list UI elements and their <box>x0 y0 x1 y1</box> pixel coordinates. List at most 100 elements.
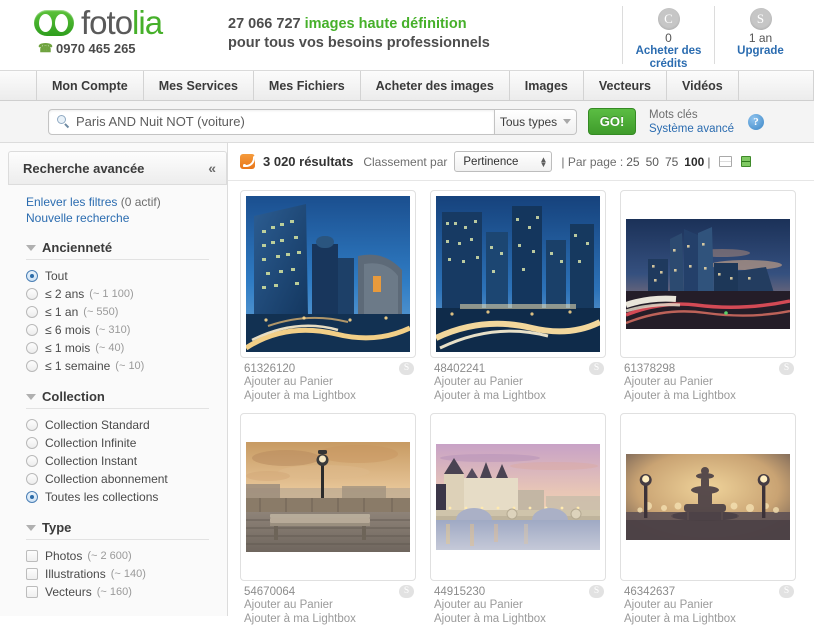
radio-icon[interactable] <box>26 306 38 318</box>
filter-option[interactable]: Collection abonnement <box>26 470 227 488</box>
checkbox-icon[interactable] <box>26 586 38 598</box>
logo[interactable]: fotolia <box>34 6 228 39</box>
nav-item-mes-fichiers[interactable]: Mes Fichiers <box>254 71 361 100</box>
filter-option-label: Collection Instant <box>45 454 138 468</box>
image-id: 44915230 <box>434 585 486 598</box>
collapse-sidebar-icon[interactable]: « <box>208 160 216 176</box>
clear-filters-label: Enlever les filtres <box>26 195 118 209</box>
filter-option[interactable]: Collection Standard <box>26 416 227 434</box>
thumbnail-art-ladefense-dusk <box>626 219 790 329</box>
result-thumbnail[interactable] <box>620 190 796 358</box>
tagline-green-text: images haute définition <box>304 16 467 32</box>
sidebar-title: Recherche avancée <box>23 160 145 176</box>
filter-option[interactable]: Illustrations (~ 140) <box>26 565 227 583</box>
grid-view-icon[interactable] <box>741 156 752 167</box>
thumbnail-art-bench-seine <box>246 442 410 552</box>
filter-group-anciennete-title[interactable]: Ancienneté <box>26 240 209 260</box>
filter-group-collection-title[interactable]: Collection <box>26 389 209 409</box>
credits-box[interactable]: C 0 Acheter des crédits <box>622 6 714 70</box>
result-card[interactable]: 44915230 S Ajouter au Panier Ajouter à m… <box>423 413 613 626</box>
thumbnail-art-ladefense-towers <box>246 196 410 352</box>
filter-option[interactable]: ≤ 1 an (~ 550) <box>26 303 227 321</box>
add-to-lightbox-link[interactable]: Ajouter à ma Lightbox <box>244 389 414 403</box>
result-card[interactable]: 61326120 S Ajouter au Panier Ajouter à m… <box>233 190 423 403</box>
add-to-cart-link[interactable]: Ajouter au Panier <box>244 598 414 612</box>
help-icon[interactable]: ? <box>748 113 765 130</box>
nav-item-mes-services[interactable]: Mes Services <box>144 71 254 100</box>
filter-option[interactable]: Tout <box>26 267 227 285</box>
subscription-badge-icon: S <box>779 362 794 375</box>
result-card[interactable]: 61378298 S Ajouter au Panier Ajouter à m… <box>613 190 803 403</box>
radio-icon[interactable] <box>26 324 38 336</box>
filter-option[interactable]: Photos (~ 2 600) <box>26 547 227 565</box>
nav-item-acheter-des-images[interactable]: Acheter des images <box>361 71 510 100</box>
filter-option[interactable]: Toutes les collections <box>26 488 227 506</box>
keywords-link[interactable]: Mots clés <box>649 108 734 122</box>
result-thumbnail[interactable] <box>620 413 796 581</box>
buy-credits-link[interactable]: Acheter des <box>627 45 710 58</box>
upgrade-link[interactable]: Upgrade <box>719 45 802 58</box>
filter-option[interactable]: Collection Infinite <box>26 434 227 452</box>
result-card[interactable]: 48402241 S Ajouter au Panier Ajouter à m… <box>423 190 613 403</box>
add-to-cart-link[interactable]: Ajouter au Panier <box>624 375 794 389</box>
radio-icon[interactable] <box>26 455 38 467</box>
thumbnail-art-concorde-fountain <box>626 454 790 540</box>
add-to-cart-link[interactable]: Ajouter au Panier <box>434 598 604 612</box>
checkbox-icon[interactable] <box>26 568 38 580</box>
result-card[interactable]: 46342637 S Ajouter au Panier Ajouter à m… <box>613 413 803 626</box>
clear-filters-link[interactable]: Enlever les filtres (0 actif) <box>26 194 227 210</box>
new-search-link[interactable]: Nouvelle recherche <box>26 210 227 226</box>
add-to-lightbox-link[interactable]: Ajouter à ma Lightbox <box>624 612 794 626</box>
add-to-lightbox-link[interactable]: Ajouter à ma Lightbox <box>434 389 604 403</box>
add-to-cart-link[interactable]: Ajouter au Panier <box>624 598 794 612</box>
radio-icon[interactable] <box>26 419 38 431</box>
radio-icon[interactable] <box>26 288 38 300</box>
filter-group-type-title[interactable]: Type <box>26 520 209 540</box>
search-input[interactable]: Paris AND Nuit NOT (voiture) <box>48 108 495 135</box>
add-to-lightbox-link[interactable]: Ajouter à ma Lightbox <box>244 612 414 626</box>
per-page-100[interactable]: 100 <box>684 155 704 169</box>
filter-option-label: Toutes les collections <box>45 490 159 504</box>
search-submit-button[interactable]: GO! <box>588 108 636 135</box>
radio-icon[interactable] <box>26 473 38 485</box>
sort-dropdown[interactable]: Pertinence ▲ ▼ <box>454 151 553 172</box>
subscription-box[interactable]: S 1 an Upgrade <box>714 6 806 64</box>
thumbnail-art-conciergerie-bridge <box>436 444 600 550</box>
advanced-system-link[interactable]: Système avancé <box>649 122 734 136</box>
filter-option[interactable]: Vecteurs (~ 160) <box>26 583 227 601</box>
radio-icon[interactable] <box>26 342 38 354</box>
add-to-cart-link[interactable]: Ajouter au Panier <box>434 375 604 389</box>
per-page-50[interactable]: 50 <box>646 155 659 169</box>
nav-item-mon-compte[interactable]: Mon Compte <box>36 71 144 100</box>
per-page-25[interactable]: 25 <box>626 155 639 169</box>
per-page-75[interactable]: 75 <box>665 155 678 169</box>
filter-option[interactable]: Collection Instant <box>26 452 227 470</box>
add-to-lightbox-link[interactable]: Ajouter à ma Lightbox <box>624 389 794 403</box>
add-to-lightbox-link[interactable]: Ajouter à ma Lightbox <box>434 612 604 626</box>
result-thumbnail[interactable] <box>430 190 606 358</box>
result-thumbnail[interactable] <box>240 190 416 358</box>
add-to-cart-link[interactable]: Ajouter au Panier <box>244 375 414 389</box>
nav-item-vecteurs[interactable]: Vecteurs <box>584 71 667 100</box>
filter-option[interactable]: ≤ 6 mois (~ 310) <box>26 321 227 339</box>
nav-item-images[interactable]: Images <box>510 71 584 100</box>
radio-icon[interactable] <box>26 437 38 449</box>
buy-credits-link-line2[interactable]: crédits <box>627 58 710 71</box>
result-card[interactable]: 54670064 S Ajouter au Panier Ajouter à m… <box>233 413 423 626</box>
sidebar-body: Enlever les filtres (0 actif) Nouvelle r… <box>8 185 227 601</box>
search-helper-links: Mots clés Système avancé <box>649 108 734 136</box>
nav-item-videos[interactable]: Vidéos <box>667 71 739 100</box>
filter-option[interactable]: ≤ 1 mois (~ 40) <box>26 339 227 357</box>
filter-option[interactable]: ≤ 1 semaine (~ 10) <box>26 357 227 375</box>
list-view-icon[interactable] <box>719 156 733 167</box>
type-filter-dropdown[interactable]: Tous types <box>495 108 577 135</box>
checkbox-icon[interactable] <box>26 550 38 562</box>
rss-icon[interactable] <box>240 154 255 169</box>
result-thumbnail[interactable] <box>240 413 416 581</box>
radio-icon[interactable] <box>26 491 38 503</box>
filter-option[interactable]: ≤ 2 ans (~ 1 100) <box>26 285 227 303</box>
chevron-down-icon <box>563 119 572 124</box>
radio-icon[interactable] <box>26 360 38 372</box>
result-thumbnail[interactable] <box>430 413 606 581</box>
radio-icon[interactable] <box>26 270 38 282</box>
